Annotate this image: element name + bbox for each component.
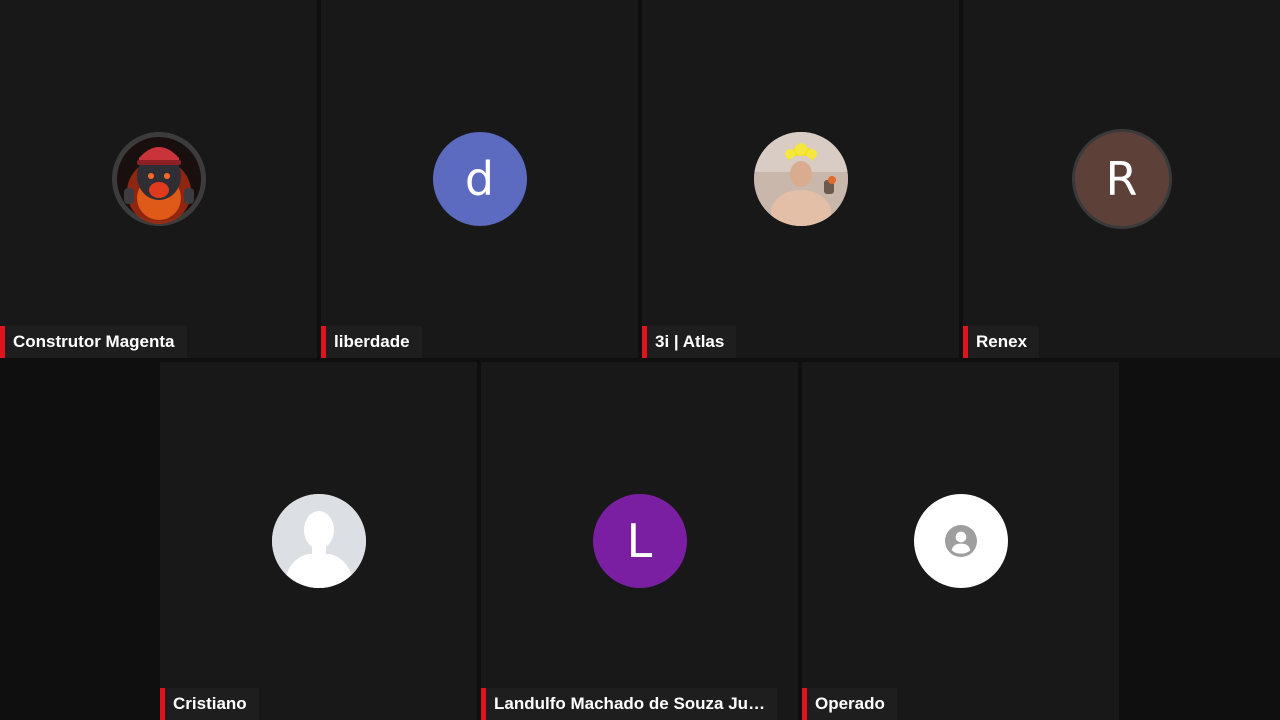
person-silhouette-icon	[271, 494, 366, 588]
avatar: R	[1074, 132, 1169, 226]
participant-tile[interactable]: 3i | Atlas	[642, 0, 959, 358]
participant-name: Cristiano	[173, 694, 247, 713]
person-photo-icon	[753, 132, 848, 226]
participant-name: Construtor Magenta	[13, 332, 175, 351]
participant-tile[interactable]: d liberdade	[321, 0, 638, 358]
participant-tile[interactable]: Cristiano	[160, 362, 477, 720]
participant-name-tag: Landulfo Machado de Souza Ju…	[481, 688, 778, 720]
participant-name: Landulfo Machado de Souza Ju…	[494, 694, 766, 713]
participant-tile[interactable]: Construtor Magenta	[0, 0, 317, 358]
participant-name-tag: 3i | Atlas	[642, 326, 737, 358]
participant-name: Renex	[976, 332, 1028, 351]
participant-name: 3i | Atlas	[655, 332, 725, 351]
avatar: d	[432, 132, 527, 226]
avatar	[271, 494, 366, 588]
participant-grid: Construtor Magenta d liberdade 3i | Atla…	[0, 0, 1280, 720]
participant-name-tag: Renex	[963, 326, 1040, 358]
avatar	[913, 494, 1008, 588]
avatar-initial: d	[464, 152, 495, 206]
participant-tile[interactable]: L Landulfo Machado de Souza Ju…	[481, 362, 798, 720]
participant-name-tag: liberdade	[321, 326, 422, 358]
participant-tile[interactable]: Operado	[802, 362, 1119, 720]
participant-name-tag: Cristiano	[160, 688, 259, 720]
avatar-initial: L	[626, 514, 653, 568]
avatar	[753, 132, 848, 226]
avatar-initial: R	[1105, 152, 1138, 206]
participant-name-tag: Operado	[802, 688, 897, 720]
avatar: L	[592, 494, 687, 588]
participant-name: liberdade	[334, 332, 410, 351]
participant-name: Operado	[815, 694, 885, 713]
participant-name-tag: Construtor Magenta	[0, 326, 187, 358]
avatar	[111, 132, 206, 226]
bear-in-helmet-icon	[111, 132, 206, 226]
participant-tile[interactable]: R Renex	[963, 0, 1280, 358]
account-circle-icon	[944, 525, 977, 557]
